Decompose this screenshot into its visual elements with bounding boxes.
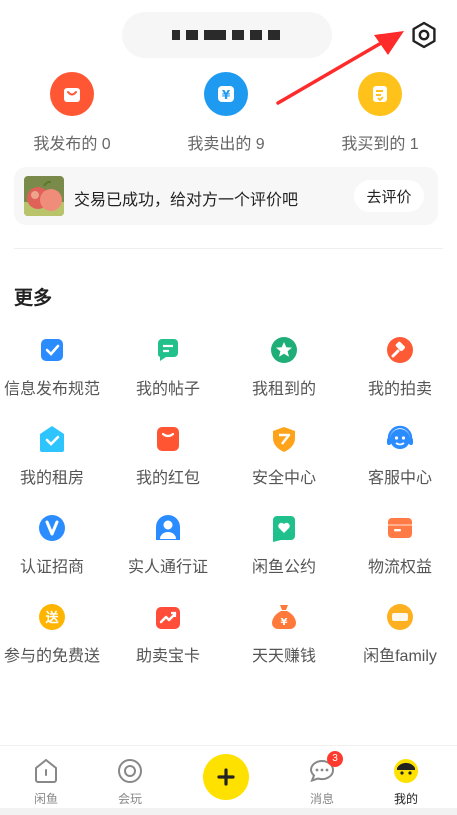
plus-icon	[217, 768, 235, 786]
grid-item-label: 闲鱼family	[363, 648, 437, 665]
grid-item-my-posts[interactable]: 我的帖子	[110, 336, 226, 399]
verified-v-icon	[38, 514, 66, 542]
grid-item-convention[interactable]: 闲鱼公约	[226, 514, 342, 577]
svg-text:¥: ¥	[222, 88, 231, 102]
person-badge-icon	[154, 514, 182, 542]
profile-face-icon	[391, 756, 421, 786]
house-check-icon	[38, 425, 66, 453]
grid-item-label: 我的红包	[135, 470, 200, 487]
trade-stats: 我发布的 0 ¥ 我卖出的 9 我买到的 1	[0, 72, 457, 156]
grid-item-daily-earn[interactable]: ¥ 天天赚钱	[226, 603, 342, 666]
bottom-nav: 闲鱼 会玩 3 消息 我的	[0, 745, 457, 810]
grid-item-label: 客服中心	[367, 470, 432, 487]
grid-item-my-rental[interactable]: 我的租房	[0, 425, 110, 488]
publish-button[interactable]	[203, 754, 249, 800]
grid-item-free-giveaway[interactable]: 送 参与的免费送	[0, 603, 110, 666]
grid-item-label: 实人通行证	[127, 559, 208, 576]
gavel-icon	[386, 336, 414, 364]
play-ring-icon	[115, 756, 145, 786]
grid-item-red-packet[interactable]: 我的红包	[110, 425, 226, 488]
message-badge: 3	[327, 751, 343, 767]
giveaway-badge-text: 送	[44, 610, 59, 626]
rate-reminder-banner[interactable]: 交易已成功，给对方一个评价吧 去评价	[14, 167, 438, 225]
nav-item-me[interactable]: 我的	[376, 756, 436, 807]
grid-item-xianyu-family[interactable]: 闲鱼family	[342, 603, 457, 666]
nav-item-play[interactable]: 会玩	[100, 756, 160, 807]
stat-bought[interactable]: 我买到的 1	[310, 72, 450, 154]
nav-label: 闲鱼	[33, 792, 58, 806]
grid-item-info-rules[interactable]: 信息发布规范	[0, 336, 110, 399]
stat-label: 我买到的 1	[341, 136, 419, 153]
grid-item-sell-boost-card[interactable]: 助卖宝卡	[110, 603, 226, 666]
rent-star-icon	[270, 336, 298, 364]
svg-text:¥: ¥	[281, 617, 288, 628]
bag-icon	[50, 72, 94, 116]
message-icon: 3	[307, 751, 343, 786]
grid-item-verified-merchant[interactable]: 认证招商	[0, 514, 110, 577]
profile-header	[0, 0, 457, 62]
box-icon	[386, 514, 414, 542]
trend-card-icon	[154, 603, 182, 631]
more-section-title: 更多	[14, 288, 53, 309]
grid-item-label: 安全中心	[251, 470, 316, 487]
settings-hexagon-icon	[412, 21, 436, 49]
grid-item-logistics[interactable]: 物流权益	[342, 514, 457, 577]
nav-item-xianyu[interactable]: 闲鱼	[16, 756, 76, 807]
nav-label: 会玩	[117, 792, 142, 806]
grid-item-label: 我的拍卖	[367, 381, 432, 398]
heart-doc-icon	[270, 514, 298, 542]
stat-label: 我卖出的 9	[187, 136, 265, 153]
system-bottom-bar	[0, 808, 457, 815]
red-packet-icon	[154, 425, 182, 453]
yen-coin-icon: ¥	[204, 72, 248, 116]
stat-label: 我发布的 0	[33, 136, 111, 153]
home-icon	[31, 756, 61, 786]
money-bag-icon: ¥	[270, 603, 298, 631]
family-badge-icon	[386, 603, 414, 631]
headset-icon	[386, 425, 414, 453]
shield-icon	[270, 425, 298, 453]
settings-button[interactable]	[409, 20, 439, 50]
receipt-icon	[358, 72, 402, 116]
username-redacted	[172, 30, 280, 40]
grid-item-label: 我的租房	[19, 470, 84, 487]
rate-button[interactable]: 去评价	[354, 180, 424, 212]
grid-item-label: 信息发布规范	[3, 381, 100, 398]
grid-item-label: 参与的免费送	[3, 648, 100, 665]
post-icon	[154, 336, 182, 364]
check-square-icon	[38, 336, 66, 364]
grid-item-label: 物流权益	[367, 559, 432, 576]
nav-label: 消息	[309, 792, 334, 806]
rate-reminder-text: 交易已成功，给对方一个评价吧	[74, 192, 299, 209]
stat-sold[interactable]: ¥ 我卖出的 9	[156, 72, 296, 154]
section-divider	[14, 248, 443, 249]
grid-item-label: 认证招商	[19, 559, 84, 576]
nav-item-messages[interactable]: 3 消息	[292, 751, 352, 807]
gift-send-icon: 送	[38, 603, 66, 631]
grid-item-customer-service[interactable]: 客服中心	[342, 425, 457, 488]
product-thumbnail	[24, 176, 64, 216]
stat-published[interactable]: 我发布的 0	[2, 72, 142, 154]
nav-label: 我的	[393, 792, 418, 806]
grid-item-label: 我的帖子	[135, 381, 200, 398]
grid-item-label: 天天赚钱	[251, 648, 316, 665]
grid-item-auction[interactable]: 我的拍卖	[342, 336, 457, 399]
grid-item-real-person-pass[interactable]: 实人通行证	[110, 514, 226, 577]
grid-item-label: 助卖宝卡	[135, 648, 200, 665]
grid-item-security[interactable]: 安全中心	[226, 425, 342, 488]
grid-item-label: 我租到的	[251, 381, 316, 398]
grid-item-label: 闲鱼公约	[251, 559, 316, 576]
grid-item-rented[interactable]: 我租到的	[226, 336, 342, 399]
